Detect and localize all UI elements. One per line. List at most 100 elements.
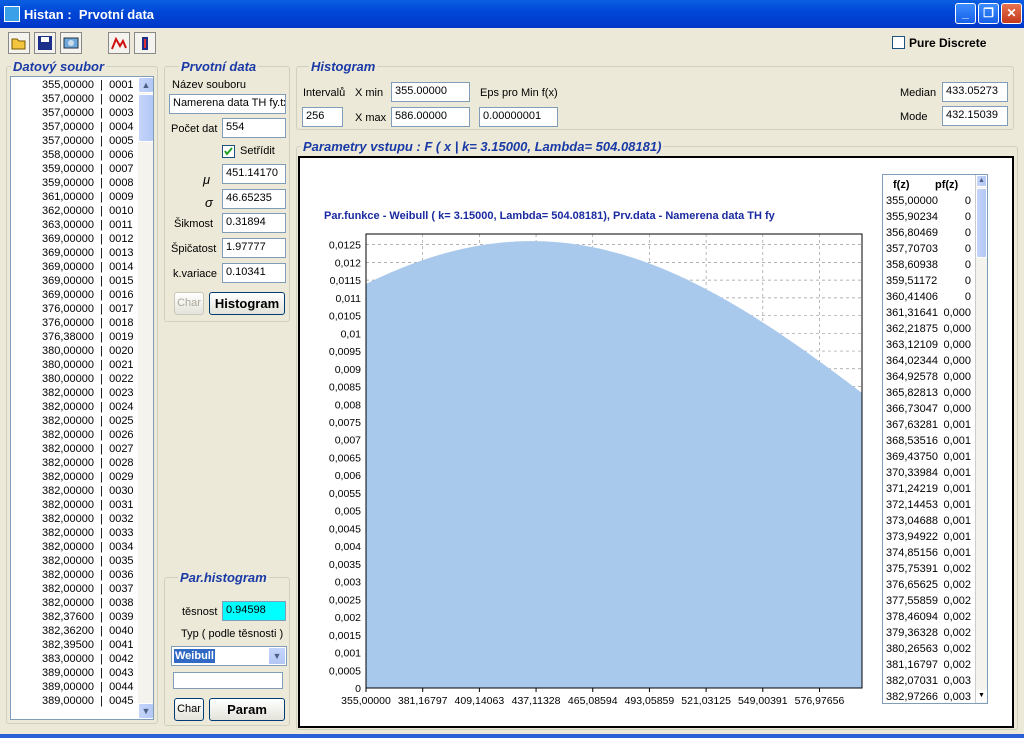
list-item[interactable]: 382,00000 | 0037 [42, 582, 134, 596]
list-item[interactable]: 382,00000 | 0026 [42, 428, 134, 442]
list-item[interactable]: 369,00000 | 0014 [42, 260, 134, 274]
fz-scrollbar[interactable]: ▲ ▼ [975, 175, 987, 703]
list-item[interactable]: 380,00000 | 0021 [42, 358, 134, 372]
list-item[interactable]: 359,00000 | 0008 [42, 176, 134, 190]
list-item[interactable]: 382,37600 | 0039 [42, 610, 134, 624]
list-item[interactable]: 382,00000 | 0024 [42, 400, 134, 414]
intervalu-input[interactable]: 256 [302, 107, 343, 127]
sikmost-input[interactable]: 0.31894 [222, 213, 286, 233]
list-item[interactable]: 357,00000 | 0005 [42, 134, 134, 148]
data-list-scrollbar[interactable]: ▲ ▼ [138, 77, 153, 719]
xmin-label: X min [355, 87, 384, 99]
data-list[interactable]: 355,00000 | 0001 357,00000 | 0002 357,0000… [10, 76, 154, 720]
list-item[interactable]: 369,00000 | 0016 [42, 288, 134, 302]
scroll-up-icon[interactable]: ▲ [138, 77, 153, 93]
char-button[interactable]: Char [174, 698, 204, 721]
list-item[interactable]: 382,00000 | 0025 [42, 414, 134, 428]
list-item[interactable]: 382,39500 | 0041 [42, 638, 134, 652]
eps-input[interactable]: 0.00000001 [479, 107, 558, 127]
disk-button[interactable] [60, 32, 82, 54]
list-item[interactable]: 389,00000 | 0045 [42, 694, 134, 708]
list-item[interactable]: 376,00000 | 0017 [42, 302, 134, 316]
sigma-input[interactable]: 46.65235 [222, 189, 286, 209]
x-tick-label: 409,14063 [455, 695, 505, 707]
list-item[interactable]: 382,00000 | 0027 [42, 442, 134, 456]
pfz-value: 0,002 [943, 579, 971, 591]
app-icon [4, 6, 20, 22]
char-button-disabled[interactable]: Char [174, 292, 204, 315]
pfz-value: 0,001 [943, 435, 971, 447]
pocet-input[interactable]: 554 [222, 118, 286, 138]
list-item[interactable]: 363,00000 | 0011 [42, 218, 133, 232]
fz-scroll-up-icon[interactable]: ▲ [976, 175, 987, 187]
pure-discrete-checkbox[interactable] [892, 36, 905, 49]
list-item[interactable]: 369,00000 | 0015 [42, 274, 134, 288]
list-item[interactable]: 362,00000 | 0010 [42, 204, 134, 218]
scroll-down-icon[interactable]: ▼ [138, 703, 153, 719]
list-item[interactable]: 382,00000 | 0038 [42, 596, 134, 610]
spicatost-label: Špičatost [171, 243, 217, 255]
list-item[interactable]: 376,38000 | 0019 [42, 330, 134, 344]
list-item[interactable]: 369,00000 | 0013 [42, 246, 134, 260]
list-item[interactable]: 369,00000 | 0012 [42, 232, 134, 246]
list-item[interactable]: 357,00000 | 0003 [42, 106, 134, 120]
chevron-down-icon[interactable]: ▼ [269, 648, 285, 664]
close-button[interactable]: ✕ [1001, 3, 1022, 24]
list-item[interactable]: 383,00000 | 0042 [42, 652, 134, 666]
typ-label: Typ ( podle těsnosti ) [181, 628, 284, 640]
pfz-value: 0,001 [943, 515, 971, 527]
restore-button[interactable]: ❐ [978, 3, 999, 24]
histogram-button[interactable]: Histogram [209, 292, 285, 315]
typ-select[interactable]: Weibull ▼ [171, 646, 287, 666]
xmin-input[interactable]: 355.00000 [391, 82, 470, 102]
list-item[interactable]: 382,00000 | 0035 [42, 554, 134, 568]
par-extra-input[interactable] [173, 672, 283, 689]
pfz-value: 0,001 [943, 547, 971, 559]
median-input[interactable]: 433.05273 [942, 82, 1008, 102]
chart-line-button[interactable] [108, 32, 130, 54]
y-tick-label: 0,011 [336, 293, 362, 305]
list-item[interactable]: 380,00000 | 0022 [42, 372, 134, 386]
title-bar: Histan : Prvotní data _ ❐ ✕ [0, 0, 1024, 28]
minimize-button[interactable]: _ [955, 3, 976, 24]
list-item[interactable]: 376,00000 | 0018 [42, 316, 134, 330]
kvariace-input[interactable]: 0.10341 [222, 263, 286, 283]
list-item[interactable]: 357,00000 | 0002 [42, 92, 134, 106]
list-item[interactable]: 359,00000 | 0007 [42, 162, 134, 176]
fz-table[interactable]: f(z) pf(z) 355,00000 0 355,90234 0 356,80469… [882, 174, 988, 704]
list-item[interactable]: 382,00000 | 0031 [42, 498, 134, 512]
setridit-checkbox[interactable] [222, 145, 235, 158]
fz-scroll-down-icon[interactable]: ▼ [976, 690, 987, 702]
scroll-thumb[interactable] [138, 94, 153, 142]
list-item[interactable]: 382,00000 | 0036 [42, 568, 134, 582]
mu-input[interactable]: 451.14170 [222, 164, 286, 184]
list-item[interactable]: 357,00000 | 0004 [42, 120, 134, 134]
list-item[interactable]: 380,00000 | 0020 [42, 344, 134, 358]
fz-scroll-thumb[interactable] [976, 188, 987, 258]
list-item[interactable]: 382,36200 | 0040 [42, 624, 134, 638]
list-item[interactable]: 361,00000 | 0009 [42, 190, 134, 204]
save-button[interactable] [34, 32, 56, 54]
tesnost-input[interactable]: 0.94598 [222, 601, 286, 621]
mode-input[interactable]: 432.15039 [942, 106, 1008, 126]
list-item[interactable]: 389,00000 | 0043 [42, 666, 134, 680]
open-button[interactable] [8, 32, 30, 54]
list-item[interactable]: 382,00000 | 0023 [42, 386, 134, 400]
list-item[interactable]: 355,00000 | 0001 [42, 78, 134, 92]
y-tick-label: 0,005 [335, 506, 361, 518]
list-item[interactable]: 382,00000 | 0029 [42, 470, 134, 484]
list-item[interactable]: 382,00000 | 0032 [42, 512, 134, 526]
list-item[interactable]: 382,00000 | 0028 [42, 456, 134, 470]
x-tick-label: 437,11328 [512, 695, 561, 707]
xmax-input[interactable]: 586.00000 [391, 107, 470, 127]
pfz-value: 0 [964, 291, 971, 303]
param-button[interactable]: Param [209, 698, 285, 721]
nazev-input[interactable]: Namerena data TH fy.txt [169, 94, 286, 114]
column-button[interactable] [134, 32, 156, 54]
list-item[interactable]: 382,00000 | 0033 [42, 526, 134, 540]
list-item[interactable]: 382,00000 | 0034 [42, 540, 134, 554]
list-item[interactable]: 389,00000 | 0044 [42, 680, 134, 694]
list-item[interactable]: 382,00000 | 0030 [42, 484, 134, 498]
list-item[interactable]: 358,00000 | 0006 [42, 148, 134, 162]
spicatost-input[interactable]: 1.97777 [222, 238, 286, 258]
